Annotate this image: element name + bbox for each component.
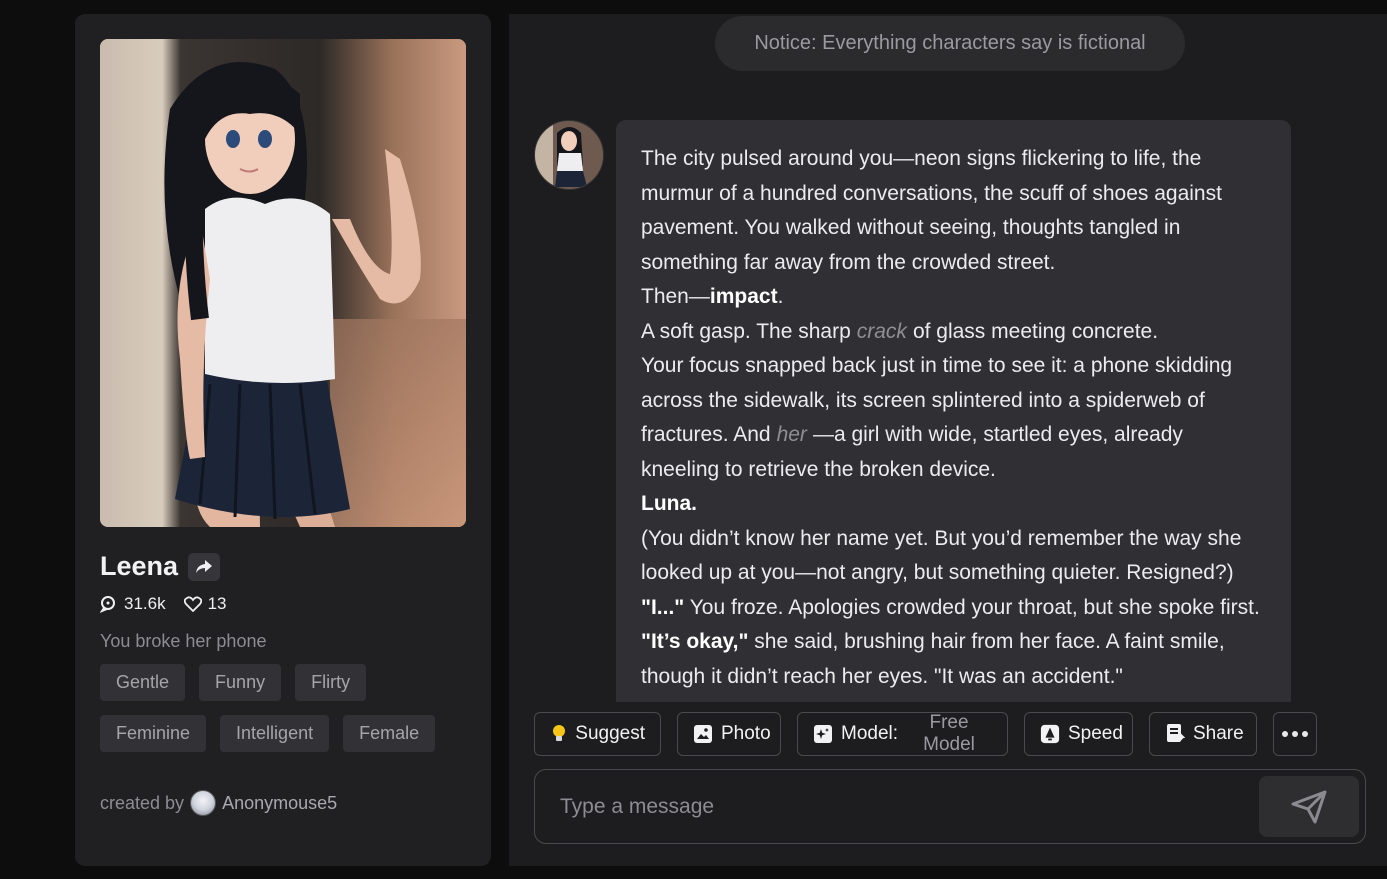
tag-flirty[interactable]: Flirty <box>295 664 367 701</box>
model-label: Model: <box>841 723 899 744</box>
model-selector-button[interactable]: Model: Free Model <box>797 712 1008 756</box>
message-line-3-pre: A soft gasp. The sharp <box>641 319 851 343</box>
more-options-button[interactable] <box>1273 712 1317 756</box>
creator-avatar[interactable] <box>190 790 217 816</box>
character-message-bubble: The city pulsed around you—neon signs fl… <box>616 120 1291 702</box>
suggest-label: Suggest <box>575 723 645 744</box>
created-by-label: created by <box>100 792 185 813</box>
send-paper-plane-icon <box>1291 790 1327 823</box>
suggest-button[interactable]: Suggest <box>534 712 661 756</box>
character-portrait[interactable] <box>100 39 466 527</box>
action-bar: Suggest Photo Model: Free Model Speed Sh… <box>534 712 1317 756</box>
photo-label: Photo <box>721 723 771 744</box>
character-name: Leena <box>100 551 179 581</box>
portrait-illustration <box>100 39 466 527</box>
likes-stat: 13 <box>183 594 227 614</box>
message-line-3-italic: crack <box>856 319 907 343</box>
character-stats: 31.6k 13 <box>100 594 227 614</box>
speed-bell-icon <box>1040 724 1060 744</box>
photo-button[interactable]: Photo <box>677 712 781 756</box>
more-dot-icon <box>1302 731 1308 737</box>
tag-feminine[interactable]: Feminine <box>100 715 207 752</box>
creator-name[interactable]: Anonymouse5 <box>222 793 337 814</box>
speed-button[interactable]: Speed <box>1024 712 1133 756</box>
message-line-2-bold: impact <box>709 285 778 308</box>
character-name-row: Leena <box>100 551 221 582</box>
message-paragraph: The city pulsed around you—neon signs fl… <box>641 142 1266 694</box>
image-icon <box>693 724 713 744</box>
share-label: Share <box>1193 723 1244 744</box>
tag-intelligent[interactable]: Intelligent <box>220 715 330 752</box>
tag-funny[interactable]: Funny <box>199 664 282 701</box>
send-button[interactable] <box>1259 776 1359 837</box>
message-line-5-bold: Luna. <box>641 492 697 515</box>
message-line-7-bold: "I..." <box>641 595 685 619</box>
share-arrow-icon <box>196 559 213 573</box>
message-line-6: (You didn’t know her name yet. But you’d… <box>641 526 1242 585</box>
message-line-2-post: . <box>777 285 784 308</box>
character-tags: Gentle Funny Flirty Feminine Intelligent… <box>100 664 470 752</box>
likes-count: 13 <box>207 594 227 613</box>
model-value: Free Model <box>923 712 975 755</box>
more-dot-icon <box>1282 731 1288 737</box>
lightbulb-icon <box>550 724 567 744</box>
chat-area: Notice: Everything characters say is fic… <box>509 14 1387 866</box>
interactions-count: 31.6k <box>124 594 166 613</box>
chat-bubbles-icon <box>100 596 115 613</box>
model-sparkle-icon <box>813 724 833 744</box>
message-line-4-italic: her <box>776 423 807 446</box>
interactions-stat: 31.6k <box>100 594 166 614</box>
speed-label: Speed <box>1068 723 1123 744</box>
tag-female[interactable]: Female <box>343 715 436 752</box>
character-tagline: You broke her phone <box>100 631 267 651</box>
message-line-7-post: You froze. Apologies crowded your throat… <box>684 595 1260 619</box>
heart-icon <box>183 596 202 612</box>
message-line-8-bold: "It’s okay," <box>641 630 749 653</box>
tag-gentle[interactable]: Gentle <box>100 664 186 701</box>
share-character-button[interactable] <box>188 552 221 581</box>
avatar-illustration <box>535 121 603 189</box>
character-panel: Leena 31.6k 13 You broke her phone Gentl… <box>75 14 491 866</box>
message-avatar[interactable] <box>534 120 604 190</box>
message-composer <box>534 769 1366 844</box>
creator-row: created by Anonymouse5 <box>100 790 337 816</box>
fiction-notice: Notice: Everything characters say is fic… <box>715 16 1185 71</box>
message-line-2-pre: Then— <box>641 285 710 308</box>
share-document-icon <box>1165 724 1185 744</box>
share-button[interactable]: Share <box>1149 712 1257 756</box>
message-input[interactable] <box>560 788 1240 826</box>
message-line-3-post: of glass meeting concrete. <box>912 319 1159 343</box>
message-line-1: The city pulsed around you—neon signs fl… <box>641 147 1222 274</box>
more-dot-icon <box>1292 731 1298 737</box>
